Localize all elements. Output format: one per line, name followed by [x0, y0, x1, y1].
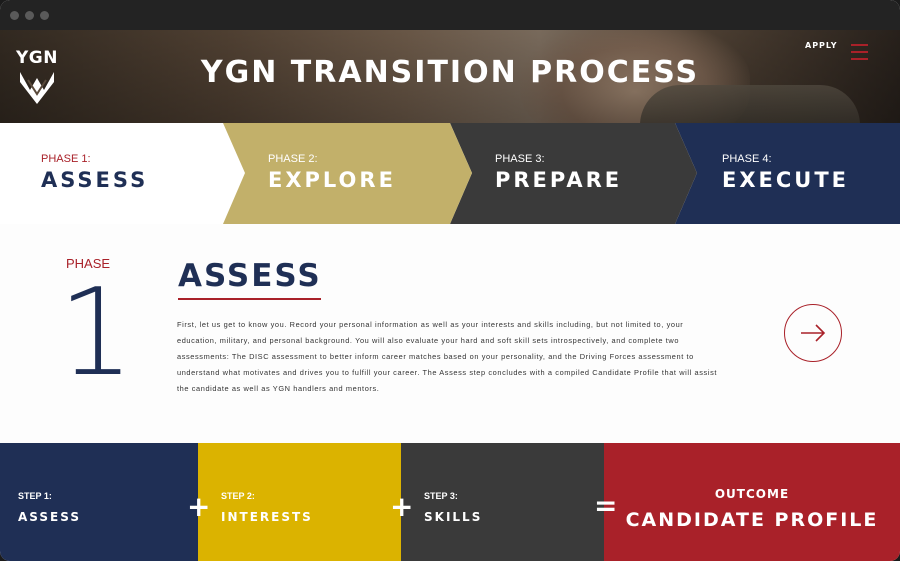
tab-phase-2[interactable]: PHASE 2: EXPLORE	[225, 123, 450, 224]
plus-icon: +	[187, 490, 211, 523]
phase-label: PHASE 3:	[495, 153, 545, 165]
phase-detail: PHASE 1 ASSESS First, let us get to know…	[0, 224, 900, 444]
phase-label: PHASE 1:	[41, 153, 91, 165]
step-name: INTERESTS	[221, 510, 313, 524]
equals-icon: =	[594, 489, 618, 522]
outcome-card: OUTCOME CANDIDATE PROFILE	[604, 443, 900, 561]
step-name: ASSESS	[18, 510, 81, 524]
detail-title: ASSESS	[178, 258, 322, 294]
window-titlebar	[0, 0, 900, 30]
tab-phase-3[interactable]: PHASE 3: PREPARE	[450, 123, 675, 224]
step-2-card: STEP 2: INTERESTS	[198, 443, 401, 561]
phase-name: PREPARE	[495, 168, 623, 192]
step-label: STEP 3:	[424, 491, 458, 501]
tab-phase-1[interactable]: PHASE 1: ASSESS	[0, 123, 225, 224]
phase-number: 1	[58, 264, 135, 403]
hamburger-menu-icon[interactable]	[851, 42, 868, 62]
steps-formula: STEP 1: ASSESS STEP 2: INTERESTS STEP 3:…	[0, 443, 900, 561]
step-label: STEP 2:	[221, 491, 255, 501]
step-1-card: STEP 1: ASSESS	[0, 443, 198, 561]
phase-label: PHASE 2:	[268, 153, 318, 165]
step-3-card: STEP 3: SKILLS	[401, 443, 604, 561]
detail-description: First, let us get to know you. Record yo…	[177, 320, 718, 393]
phase-navigation: PHASE 1: ASSESS PHASE 2: EXPLORE PHASE 3…	[0, 123, 900, 224]
apply-link[interactable]: APPLY	[805, 41, 838, 50]
minimize-window-dot[interactable]	[25, 11, 34, 20]
phase-label: PHASE 4:	[722, 153, 772, 165]
plus-icon: +	[390, 490, 414, 523]
step-label: STEP 1:	[18, 491, 52, 501]
phase-name: EXECUTE	[722, 168, 850, 192]
arrow-right-icon	[800, 323, 825, 342]
step-name: SKILLS	[424, 510, 483, 524]
browser-window: YGN YGN TRANSITION PROCESS APPLY PHASE 1…	[0, 0, 900, 561]
phase-name: EXPLORE	[268, 168, 396, 192]
title-underline	[178, 298, 321, 300]
phase-name: ASSESS	[41, 168, 149, 192]
outcome-label: OUTCOME	[714, 487, 790, 501]
close-window-dot[interactable]	[10, 11, 19, 20]
maximize-window-dot[interactable]	[40, 11, 49, 20]
tab-phase-4[interactable]: PHASE 4: EXECUTE	[675, 123, 900, 224]
outcome-name: CANDIDATE PROFILE	[625, 509, 879, 531]
next-phase-button[interactable]	[784, 304, 842, 362]
page-title: YGN TRANSITION PROCESS	[200, 55, 700, 90]
